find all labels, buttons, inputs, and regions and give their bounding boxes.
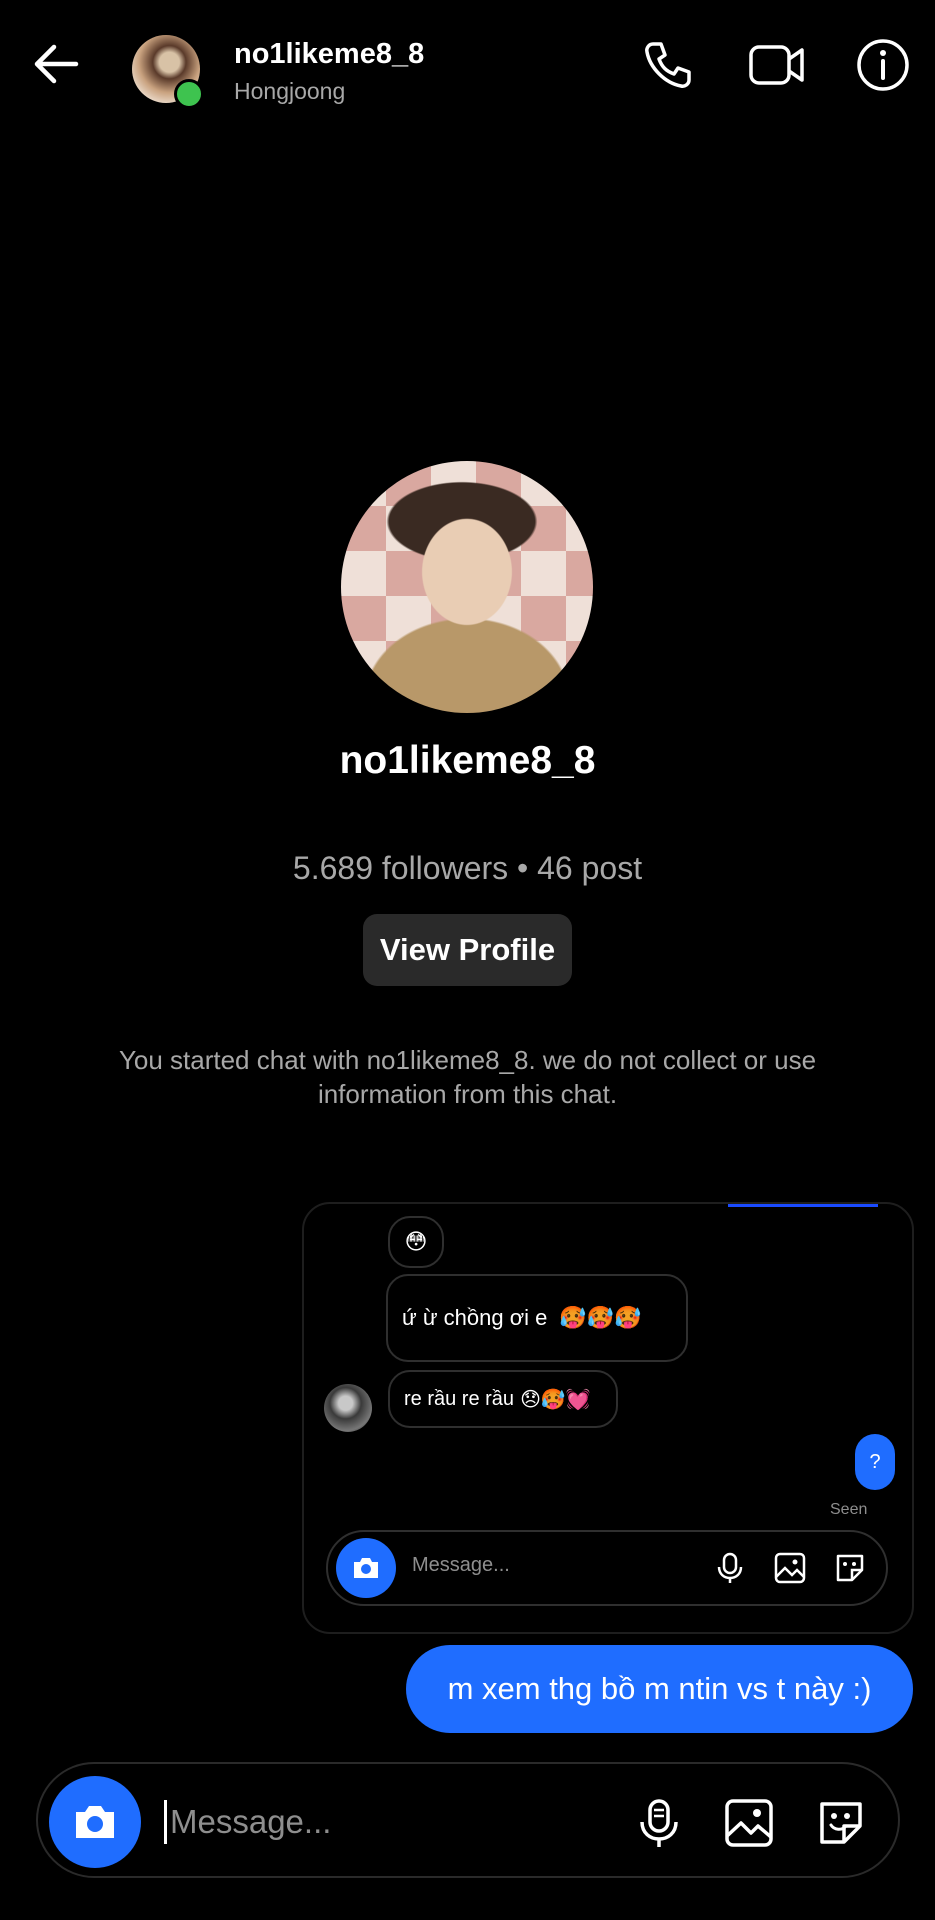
info-icon[interactable]	[854, 36, 912, 94]
screenshot-message-1-emoji: 🥵🥵🥵	[559, 1305, 642, 1331]
screenshot-message-1-text: ứ ừ chồng ơi e	[402, 1305, 548, 1330]
screenshot-top-edge	[728, 1204, 878, 1207]
screenshot-seen-label: Seen	[830, 1501, 868, 1518]
profile-stats: 5.689 followers • 46 post	[292, 850, 643, 886]
screenshot-composer: Message...	[326, 1530, 888, 1606]
profile-username: no1likeme8_8	[339, 739, 596, 782]
chat-notice: You started chat with no1likeme8_8. we d…	[118, 1045, 817, 1109]
screenshot-message-2-text: re rầu re rầu	[404, 1387, 515, 1410]
screenshot-message-1: ứ ừ chồng ơi e 🥵🥵🥵	[386, 1274, 688, 1362]
screenshot-message-2-emoji: 😞🥵💓	[520, 1387, 591, 1411]
outgoing-message[interactable]: m xem thg bồ m ntin vs t này :)	[406, 1645, 913, 1733]
text-cursor	[164, 1800, 167, 1844]
back-arrow-icon[interactable]	[26, 34, 86, 94]
screenshot-avatar	[324, 1384, 372, 1432]
screenshot-camera-icon	[336, 1538, 396, 1598]
emoji-message: 😳	[388, 1216, 444, 1268]
screenshot-input-placeholder: Message...	[412, 1554, 510, 1576]
gallery-icon[interactable]	[722, 1796, 776, 1850]
microphone-icon[interactable]	[632, 1796, 686, 1850]
message-input[interactable]	[170, 1794, 610, 1850]
camera-button[interactable]	[49, 1776, 141, 1868]
online-status-dot	[174, 79, 204, 109]
sticker-icon[interactable]	[814, 1796, 868, 1850]
header-username[interactable]: no1likeme8_8	[234, 38, 424, 71]
screenshot-sticker-icon	[832, 1550, 868, 1586]
screenshot-microphone-icon	[712, 1550, 748, 1586]
camera-icon	[76, 1806, 114, 1838]
screenshot-gallery-icon	[772, 1550, 808, 1586]
screenshot-message-2: re rầu re rầu 😞🥵💓	[388, 1370, 618, 1428]
header-subtitle: Hongjoong	[234, 78, 346, 104]
screenshot-sent-message: ?	[855, 1434, 895, 1490]
view-profile-button[interactable]: View Profile	[363, 914, 572, 986]
phone-icon[interactable]	[639, 36, 697, 94]
shared-screenshot[interactable]: 😳 ứ ừ chồng ơi e 🥵🥵🥵 re rầu re rầu 😞🥵💓 ?…	[302, 1202, 914, 1634]
video-camera-icon[interactable]	[748, 36, 806, 94]
profile-avatar[interactable]	[341, 461, 593, 713]
message-composer	[36, 1762, 900, 1878]
